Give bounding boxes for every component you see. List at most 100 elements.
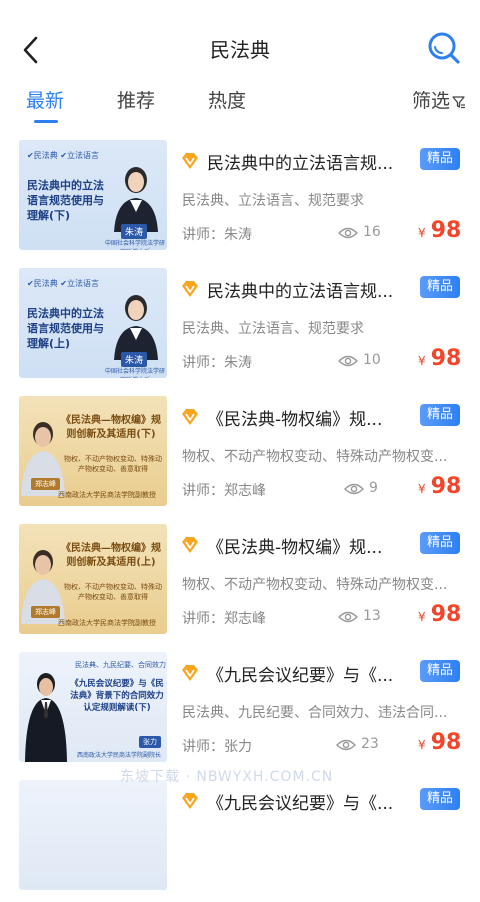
- thumb-tags: ✔民法典 ✔立法语言: [27, 151, 99, 160]
- course-price: ¥ 98: [418, 474, 461, 499]
- course-thumbnail: [19, 780, 167, 890]
- thumb-title: 《民法典—物权编》规则创新及其适用(下): [61, 415, 161, 440]
- currency-symbol: ¥: [418, 610, 426, 624]
- search-button[interactable]: [426, 30, 462, 66]
- eye-icon: [344, 483, 364, 495]
- premium-badge: 精品: [420, 148, 460, 170]
- thumb-title: 《民法典—物权编》规则创新及其适用(上): [61, 543, 161, 568]
- filter-button[interactable]: 筛选: [412, 86, 466, 113]
- tab-bar: 最新 推荐 热度 筛选: [0, 80, 480, 130]
- price-value: 98: [430, 602, 462, 627]
- course-tags: 物权、不动产物权变动、特殊动产物权变...: [182, 449, 448, 465]
- lecturer-photo: [114, 295, 158, 360]
- course-item[interactable]: 《民法典—物权编》规则创新及其适用(下) 物权、不动产物权变动、特殊动产物权变动…: [0, 390, 480, 518]
- active-tab-indicator: [34, 120, 58, 123]
- course-tags: 民法典、九民纪要、合同效力、违法合同...: [182, 705, 448, 721]
- search-icon: [428, 32, 460, 64]
- currency-symbol: ¥: [418, 226, 426, 240]
- currency-symbol: ¥: [418, 354, 426, 368]
- tab-latest[interactable]: 最新: [26, 86, 64, 113]
- course-tags: 民法典、立法语言、规范要求: [182, 193, 364, 209]
- tab-popular[interactable]: 热度: [208, 86, 246, 113]
- course-thumbnail: 民法典、九民纪要、合同效力 《九民会议纪要》与《民法典》背景下的合同效力认定规则…: [19, 652, 167, 762]
- price-value: 98: [430, 346, 462, 371]
- eye-icon: [336, 739, 356, 751]
- view-count: 23: [361, 736, 379, 752]
- course-lecturer: 讲师：郑志峰: [182, 483, 266, 499]
- thumb-subtitle: 物权、不动产物权变动、特殊动产物权变动、善意取得: [64, 583, 162, 601]
- filter-label: 筛选: [411, 90, 450, 112]
- course-item[interactable]: 《九民会议纪要》与《... 精品: [0, 774, 480, 902]
- thumb-lecturer-name: 郑志峰: [31, 478, 60, 490]
- view-count: 10: [363, 352, 381, 368]
- course-item[interactable]: 《民法典—物权编》规则创新及其适用(上) 物权、不动产物权变动、特殊动产物权变动…: [0, 518, 480, 646]
- thumb-lecturer-title: 中国社会科学院法学研究所博士后: [105, 368, 166, 378]
- course-tags: 民法典、立法语言、规范要求: [182, 321, 364, 337]
- course-title: 民法典中的立法语言规...: [207, 154, 394, 174]
- diamond-icon: [182, 281, 198, 297]
- course-title: 《民法典-物权编》规...: [207, 538, 383, 558]
- thumb-lecturer-name: 郑志峰: [31, 606, 60, 618]
- watermark: 东坡下载 · NBWYXH.COM.CN: [120, 769, 334, 785]
- premium-badge: 精品: [420, 660, 460, 682]
- course-title: 民法典中的立法语言规...: [207, 282, 394, 302]
- course-thumbnail: ✔民法典 ✔立法语言 民法典中的立法语言规范使用与理解(下) 朱涛 中国社会科学…: [19, 140, 167, 250]
- course-price: ¥ 98: [418, 730, 461, 755]
- course-price: ¥ 98: [418, 218, 461, 243]
- course-title: 《民法典-物权编》规...: [207, 410, 383, 430]
- thumb-tags: ✔民法典 ✔立法语言: [27, 279, 99, 288]
- thumb-subtitle: 物权、不动产物权变动、特殊动产物权变动、善意取得: [64, 455, 162, 473]
- page-title: 民法典: [210, 38, 270, 62]
- thumb-lecturer-title: 西南政法大学民商法学院副院长: [76, 752, 161, 759]
- course-lecturer: 讲师：郑志峰: [182, 611, 266, 627]
- price-value: 98: [430, 474, 462, 499]
- course-lecturer: 讲师：朱涛: [182, 227, 252, 243]
- filter-icon: [452, 95, 465, 108]
- thumb-lecturer-title: 中国社会科学院法学研究所博士后: [105, 240, 166, 250]
- course-lecturer: 讲师：张力: [182, 739, 252, 755]
- thumb-lecturer-title: 西南政法大学民商法学院副教授: [58, 619, 156, 627]
- diamond-icon: [182, 537, 198, 553]
- eye-icon: [338, 611, 358, 623]
- price-value: 98: [430, 218, 462, 243]
- premium-badge: 精品: [420, 276, 460, 298]
- course-tags: 物权、不动产物权变动、特殊动产物权变...: [182, 577, 448, 593]
- thumb-tags: 民法典、九民纪要、合同效力: [75, 661, 166, 669]
- eye-icon: [338, 355, 358, 367]
- premium-badge: 精品: [420, 532, 460, 554]
- course-item[interactable]: ✔民法典 ✔立法语言 民法典中的立法语言规范使用与理解(上) 朱涛 中国社会科学…: [0, 262, 480, 390]
- course-price: ¥ 98: [418, 602, 461, 627]
- thumb-title: 民法典中的立法语言规范使用与理解(上): [27, 307, 104, 350]
- course-item[interactable]: 民法典、九民纪要、合同效力 《九民会议纪要》与《民法典》背景下的合同效力认定规则…: [0, 646, 480, 774]
- course-price: ¥ 98: [418, 346, 461, 371]
- course-thumbnail: 《民法典—物权编》规则创新及其适用(下) 物权、不动产物权变动、特殊动产物权变动…: [19, 396, 167, 506]
- premium-badge: 精品: [420, 788, 460, 810]
- diamond-icon: [182, 793, 198, 809]
- thumb-title: 民法典中的立法语言规范使用与理解(下): [27, 179, 104, 222]
- thumb-lecturer-name: 朱涛: [121, 352, 148, 367]
- course-lecturer: 讲师：朱涛: [182, 355, 252, 371]
- course-thumbnail: ✔民法典 ✔立法语言 民法典中的立法语言规范使用与理解(上) 朱涛 中国社会科学…: [19, 268, 167, 378]
- diamond-icon: [182, 153, 198, 169]
- eye-icon: [338, 227, 358, 239]
- course-thumbnail: 《民法典—物权编》规则创新及其适用(上) 物权、不动产物权变动、特殊动产物权变动…: [19, 524, 167, 634]
- diamond-icon: [182, 665, 198, 681]
- currency-symbol: ¥: [418, 738, 426, 752]
- thumb-lecturer-name: 张力: [139, 736, 161, 748]
- lecturer-photo: [114, 167, 158, 232]
- course-item[interactable]: ✔民法典 ✔立法语言 民法典中的立法语言规范使用与理解(下) 朱涛 中国社会科学…: [0, 134, 480, 262]
- view-count: 13: [363, 608, 381, 624]
- lecturer-photo: [25, 673, 67, 762]
- tab-recommended[interactable]: 推荐: [117, 86, 155, 113]
- price-value: 98: [430, 730, 462, 755]
- view-count: 9: [369, 480, 378, 496]
- course-title: 《九民会议纪要》与《...: [207, 666, 394, 686]
- thumb-title: 《九民会议纪要》与《民法典》背景下的合同效力认定规则解读(下): [70, 679, 164, 713]
- thumb-lecturer-title: 西南政法大学民商法学院副教授: [58, 491, 156, 499]
- diamond-icon: [182, 409, 198, 425]
- currency-symbol: ¥: [418, 482, 426, 496]
- thumb-lecturer-name: 朱涛: [121, 224, 148, 239]
- view-count: 16: [363, 224, 381, 240]
- course-title: 《九民会议纪要》与《...: [207, 794, 394, 814]
- premium-badge: 精品: [420, 404, 460, 426]
